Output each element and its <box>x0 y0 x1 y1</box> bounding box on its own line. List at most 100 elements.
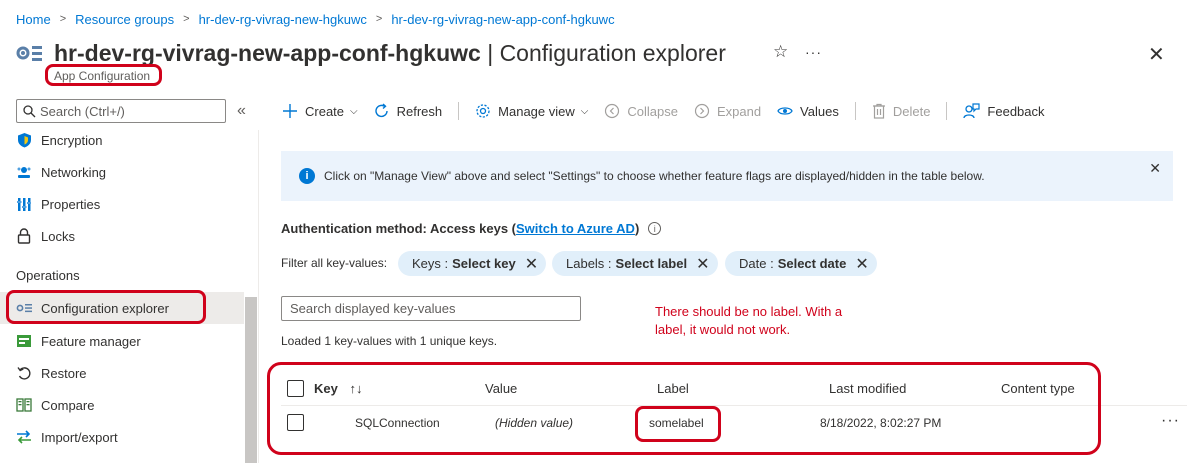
values-label: Values <box>800 103 839 119</box>
values-button[interactable]: Values <box>777 104 839 119</box>
feedback-label: Feedback <box>987 103 1045 119</box>
expand-icon <box>694 103 710 119</box>
sidebar-item-label: Import/export <box>41 429 118 445</box>
auth-method-label: Authentication method: Access keys ( <box>281 221 517 236</box>
network-icon <box>16 164 32 180</box>
row-value: (Hidden value) <box>495 416 574 430</box>
restore-icon <box>16 365 32 381</box>
row-checkbox[interactable] <box>287 414 304 431</box>
app-configuration-icon <box>16 46 42 61</box>
sidebar-item-label: Configuration explorer <box>41 300 169 316</box>
info-tooltip-icon[interactable]: i <box>648 222 662 235</box>
create-button[interactable]: Create ⌵ <box>282 103 358 119</box>
breadcrumb-home[interactable]: Home <box>16 12 51 27</box>
chevron-right-icon: > <box>183 13 190 25</box>
close-icon[interactable]: ✕ <box>1149 160 1161 177</box>
sidebar-item-label: Networking <box>41 164 107 180</box>
more-options-icon[interactable]: ··· <box>805 44 822 60</box>
auth-method: Authentication method: Access keys ( Swi… <box>281 221 662 236</box>
info-icon: i <box>299 168 315 184</box>
favorite-star-icon[interactable]: ☆ <box>773 42 788 62</box>
info-banner: i Click on "Manage View" above and selec… <box>281 151 1173 201</box>
annotation-note: There should be no label. With a label, … <box>655 304 843 337</box>
sidebar-item-restore[interactable]: Restore <box>0 357 244 389</box>
close-icon[interactable]: ✕ <box>525 254 538 274</box>
chevron-down-icon: ⌵ <box>350 105 358 117</box>
trash-icon <box>872 103 886 119</box>
manage-view-label: Manage view <box>498 103 575 119</box>
toolbar-separator <box>946 102 948 120</box>
info-banner-text: Click on "Manage View" above and select … <box>324 169 985 183</box>
sidebar-divider <box>258 130 259 463</box>
sidebar-item-label: Compare <box>41 397 95 413</box>
switch-to-azure-ad-link[interactable]: Switch to Azure AD <box>516 221 635 236</box>
search-key-values-placeholder: Search displayed key-values <box>290 301 456 316</box>
collapse-label: Collapse <box>627 103 678 119</box>
breadcrumb-app-config[interactable]: hr-dev-rg-vivrag-new-app-conf-hgkuwc <box>391 12 614 27</box>
collapse-icon <box>604 103 620 119</box>
filter-pill-prefix: Labels : <box>566 256 612 271</box>
sidebar-search-input[interactable]: Search (Ctrl+/) <box>16 99 226 123</box>
column-header-label: Label <box>657 381 689 396</box>
loaded-status: Loaded 1 key-values with 1 unique keys. <box>281 334 498 348</box>
row-last-modified: 8/18/2022, 8:02:27 PM <box>820 416 942 430</box>
close-icon[interactable]: ✕ <box>855 254 868 274</box>
sidebar-item-encryption[interactable]: Encryption <box>0 124 244 156</box>
chevron-right-icon: > <box>59 13 67 25</box>
sidebar-section-operations: Operations <box>16 268 80 283</box>
sidebar-item-configuration-explorer[interactable]: Configuration explorer <box>0 292 244 324</box>
filter-pill-value: Select date <box>777 256 847 271</box>
sidebar-item-properties[interactable]: Properties <box>0 188 244 220</box>
filter-pill-keys[interactable]: Keys : Select key ✕ <box>398 251 547 276</box>
collapse-sidebar-icon[interactable]: « <box>237 102 246 120</box>
breadcrumb-resource-groups[interactable]: Resource groups <box>75 12 174 27</box>
filter-pill-labels[interactable]: Labels : Select label ✕ <box>552 251 718 276</box>
filter-pill-value: Select label <box>615 256 688 271</box>
sidebar-item-label: Encryption <box>41 132 103 148</box>
compare-icon <box>16 397 32 413</box>
sidebar-item-networking[interactable]: Networking <box>0 156 244 188</box>
close-icon[interactable]: ✕ <box>1148 42 1165 67</box>
config-explorer-icon <box>16 300 32 316</box>
sidebar-item-import-export[interactable]: Import/export <box>0 421 244 453</box>
import-export-icon <box>16 429 32 445</box>
column-header-last-modified: Last modified <box>829 381 907 396</box>
expand-button[interactable]: Expand <box>694 103 761 119</box>
sort-icon[interactable]: ↑↓ <box>349 381 362 396</box>
manage-view-button[interactable]: Manage view ⌵ <box>475 103 588 119</box>
command-bar: Create ⌵ Refresh Manage view ⌵ Collapse … <box>282 97 1061 125</box>
sidebar-item-label: Properties <box>41 196 101 212</box>
toolbar-separator <box>854 102 856 120</box>
sidebar-item-compare[interactable]: Compare <box>0 389 244 421</box>
search-key-values-input[interactable]: Search displayed key-values <box>281 296 581 321</box>
row-more-options-icon[interactable]: ··· <box>1161 412 1180 430</box>
shield-icon <box>16 132 32 148</box>
column-header-key[interactable]: Key ↑↓ <box>314 381 362 396</box>
filter-label: Filter all key-values: <box>281 256 388 270</box>
auth-close-paren: ) <box>634 221 640 236</box>
row-key[interactable]: SQLConnection <box>355 416 440 430</box>
search-icon <box>23 104 36 117</box>
page-title: hr-dev-rg-vivrag-new-app-conf-hgkuwc | C… <box>54 40 726 67</box>
sidebar-item-feature-manager[interactable]: Feature manager <box>0 325 244 357</box>
breadcrumb-resource-group[interactable]: hr-dev-rg-vivrag-new-hgkuwc <box>199 12 367 27</box>
feature-manager-icon <box>16 333 32 349</box>
select-all-checkbox[interactable] <box>287 380 304 397</box>
filter-pill-date[interactable]: Date : Select date ✕ <box>725 251 877 276</box>
create-label: Create <box>305 103 345 119</box>
expand-label: Expand <box>716 103 762 119</box>
feedback-button[interactable]: Feedback <box>963 103 1045 119</box>
page-header: hr-dev-rg-vivrag-new-app-conf-hgkuwc | C… <box>14 38 726 68</box>
sidebar-item-locks[interactable]: Locks <box>0 220 244 252</box>
plus-icon <box>282 103 298 119</box>
sidebar-scrollbar[interactable] <box>245 297 257 463</box>
sidebar: Search (Ctrl+/) « Encryption Networking … <box>0 92 258 463</box>
row-label: somelabel <box>649 416 704 430</box>
refresh-label: Refresh <box>396 103 443 119</box>
delete-button[interactable]: Delete <box>872 103 930 119</box>
resource-name: hr-dev-rg-vivrag-new-app-conf-hgkuwc <box>54 39 481 66</box>
column-header-content-type: Content type <box>1001 381 1075 396</box>
close-icon[interactable]: ✕ <box>696 254 709 274</box>
collapse-button[interactable]: Collapse <box>604 103 678 119</box>
refresh-button[interactable]: Refresh <box>374 103 443 119</box>
